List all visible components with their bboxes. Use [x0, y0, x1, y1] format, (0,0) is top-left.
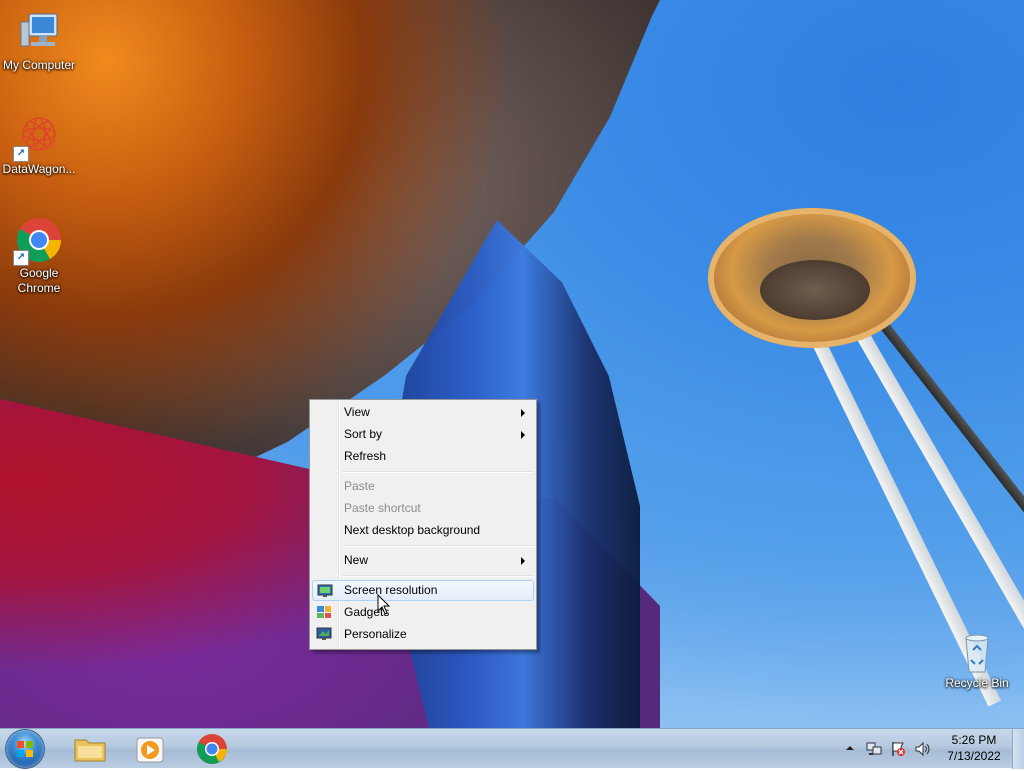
desktop-icon-label: My Computer: [2, 58, 76, 72]
chrome-icon: ↗: [13, 216, 63, 266]
wallpaper-needle-halo: [760, 260, 870, 320]
chrome-icon: [197, 734, 227, 764]
menu-item-label: New: [344, 553, 369, 567]
menu-item-new[interactable]: New: [312, 550, 534, 571]
start-button[interactable]: [6, 730, 44, 768]
taskbar-file-explorer-button[interactable]: [62, 731, 118, 767]
submenu-arrow-icon: [521, 557, 525, 565]
menu-item-paste: Paste: [312, 476, 534, 497]
recycle-bin-icon: [957, 632, 997, 674]
shortcut-arrow-icon: ↗: [13, 250, 29, 266]
submenu-arrow-icon: [521, 409, 525, 417]
menu-item-view[interactable]: View: [312, 402, 534, 423]
windows-logo-icon: [17, 741, 33, 757]
desktop[interactable]: My Computer ↗ DataWagon... ↗ Google Chro…: [0, 0, 1024, 728]
desktop-icon-datawagon[interactable]: ↗ DataWagon...: [0, 112, 78, 177]
desktop-icon-google-chrome[interactable]: ↗ Google Chrome: [0, 216, 78, 296]
action-center-flag-icon: [892, 742, 905, 756]
gadgets-icon: [316, 605, 332, 619]
display-icon: [317, 584, 333, 598]
menu-item-screen-resolution[interactable]: Screen resolution: [312, 580, 534, 601]
menu-item-label: Personalize: [344, 627, 407, 641]
menu-item-personalize[interactable]: Personalize: [312, 624, 534, 645]
menu-item-sort-by[interactable]: Sort by: [312, 424, 534, 445]
menu-item-next-desktop-background[interactable]: Next desktop background: [312, 520, 534, 541]
media-player-icon: [136, 737, 164, 763]
clock-time: 5:26 PM: [951, 733, 997, 747]
taskbar-chrome-button[interactable]: [184, 731, 240, 767]
shortcut-arrow-icon: ↗: [13, 146, 29, 162]
network-icon: [866, 742, 882, 755]
desktop-icon-recycle-bin[interactable]: Recycle Bin: [938, 632, 1016, 691]
action-center-tray-icon[interactable]: [890, 741, 906, 757]
menu-item-label: Paste shortcut: [344, 501, 421, 515]
wallpaper-needle-leg: [858, 293, 1024, 553]
taskbar-media-player-button[interactable]: [122, 731, 178, 767]
menu-item-gadgets[interactable]: Gadgets: [312, 602, 534, 623]
taskbar: 5:26 PM 7/13/2022: [0, 728, 1024, 769]
desktop-icon-label: Google Chrome: [17, 266, 61, 295]
menu-item-label: Paste: [344, 479, 375, 493]
menu-item-label: View: [344, 405, 370, 419]
show-desktop-button[interactable]: [1012, 729, 1024, 769]
menu-item-refresh[interactable]: Refresh: [312, 446, 534, 467]
volume-icon: [915, 741, 930, 757]
volume-tray-icon[interactable]: [914, 741, 932, 757]
desktop-icon-label: Recycle Bin: [945, 676, 1009, 690]
menu-item-paste-shortcut: Paste shortcut: [312, 498, 534, 519]
datawagon-icon: ↗: [13, 112, 63, 162]
menu-separator: [342, 545, 534, 547]
file-explorer-icon: [74, 739, 106, 762]
menu-item-label: Next desktop background: [344, 523, 481, 537]
network-tray-icon[interactable]: [866, 741, 882, 757]
desktop-icon-label: DataWagon...: [2, 162, 76, 176]
desktop-context-menu: View Sort by Refresh Paste Paste shortcu…: [309, 399, 537, 650]
personalize-icon: [316, 627, 332, 641]
menu-item-label: Refresh: [344, 449, 387, 463]
show-hidden-icons-button[interactable]: [844, 741, 856, 755]
desktop-icon-my-computer[interactable]: My Computer: [0, 8, 78, 73]
clock-date: 7/13/2022: [947, 749, 1001, 763]
menu-separator: [342, 471, 534, 473]
menu-item-label: Sort by: [344, 427, 383, 441]
chevron-up-icon: [846, 746, 854, 750]
submenu-arrow-icon: [521, 431, 525, 439]
taskbar-clock[interactable]: 5:26 PM 7/13/2022: [938, 732, 1010, 764]
mouse-cursor-icon: [377, 594, 391, 615]
menu-separator: [342, 575, 534, 577]
computer-icon: [15, 8, 63, 56]
